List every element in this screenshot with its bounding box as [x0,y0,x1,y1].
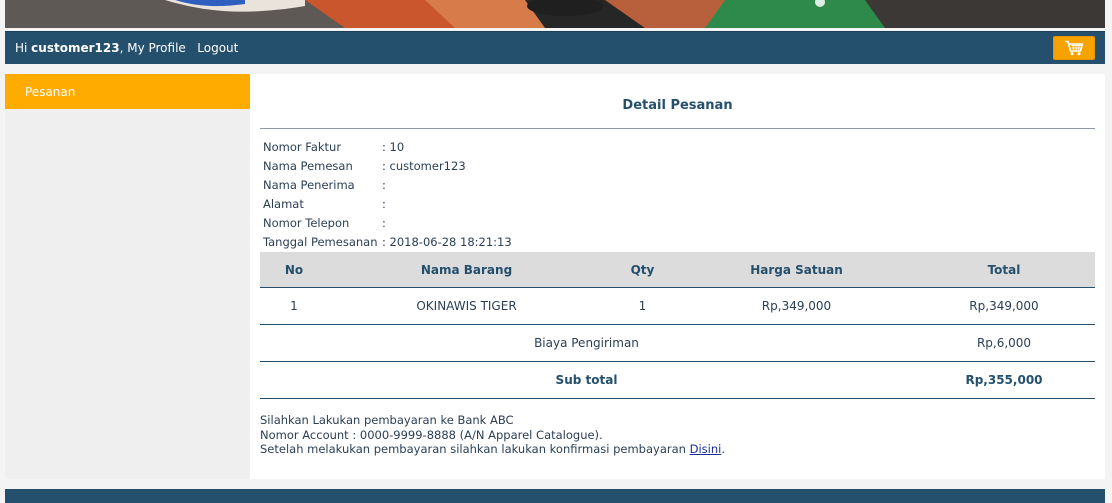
column-header-no: No [284,262,304,277]
info-value: : [382,197,386,211]
payment-note: Silahkan Lakukan pembayaran ke Bank ABC … [260,413,725,457]
greeting-prefix: Hi [15,41,32,55]
top-navbar: Hi customer123, My Profile Logout [5,31,1105,64]
user-greeting: Hi customer123, My Profile Logout [15,41,238,55]
table-row: 1 OKINAWIS TIGER 1 Rp,349,000 Rp,349,000 [260,288,1095,325]
page-title: Detail Pesanan [622,98,733,113]
confirm-suffix: . [721,442,725,456]
username: customer123 [31,41,120,55]
cell-qty: 1 [638,299,647,313]
cell-harga-satuan: Rp,349,000 [761,299,832,313]
info-label: Nomor Faktur [263,140,342,154]
info-value: : customer123 [382,159,466,173]
sidebar-item-pesanan[interactable]: Pesanan [5,74,250,109]
cell-total: Rp,349,000 [969,299,1039,313]
confirm-payment-link[interactable]: Disini [690,442,722,456]
shipping-value: Rp,6,000 [976,336,1032,350]
table-header-row: No Nama Barang Qty Harga Satuan Total [260,252,1095,288]
info-value: : [382,216,386,230]
sidebar-item-label: Pesanan [25,85,76,99]
payment-note-bank: Silahkan Lakukan pembayaran ke Bank ABC [260,413,514,427]
banner-graphic [5,0,1105,28]
order-items-table: No Nama Barang Qty Harga Satuan Total 1 … [260,252,1095,399]
header-banner-image [5,0,1105,28]
shipping-row: Biaya Pengiriman Rp,6,000 [260,325,1095,362]
subtotal-value: Rp,355,000 [965,373,1043,387]
main-panel: Detail Pesanan Nomor Faktur : 10 Nama Pe… [250,74,1105,479]
cell-no: 1 [290,299,298,313]
info-value: : 10 [382,140,405,154]
column-header-nama-barang: Nama Barang [420,262,513,277]
sidebar: Pesanan [5,74,250,479]
column-header-total: Total [987,262,1021,277]
shipping-label: Biaya Pengiriman [534,336,639,350]
cell-nama-barang: OKINAWIS TIGER [416,299,517,313]
title-divider [260,128,1095,129]
my-profile-link[interactable]: My Profile [127,41,186,55]
subtotal-row: Sub total Rp,355,000 [260,362,1095,399]
info-label: Tanggal Pemesanan [263,235,378,249]
greeting-separator: , [119,41,124,55]
info-value: : 2018-06-28 18:21:13 [382,235,512,249]
info-label: Nama Penerima [263,178,355,192]
payment-note-account: Nomor Account : 0000-9999-8888 (A/N Appa… [260,427,603,442]
confirm-text: Setelah melakukan pembayaran silahkan la… [260,442,690,456]
column-header-qty: Qty [630,262,655,277]
subtotal-label: Sub total [555,373,618,387]
info-label: Alamat [263,197,304,211]
footer-bar [5,489,1105,503]
info-label: Nama Pemesan [263,159,353,173]
info-label: Nomor Telepon [263,216,350,230]
column-header-harga-satuan: Harga Satuan [750,262,843,277]
cart-button[interactable] [1053,36,1095,60]
shopping-cart-icon [1065,40,1084,56]
payment-note-confirm: Setelah melakukan pembayaran silahkan la… [260,442,725,457]
info-value: : [382,178,386,192]
logout-link[interactable]: Logout [197,41,238,55]
